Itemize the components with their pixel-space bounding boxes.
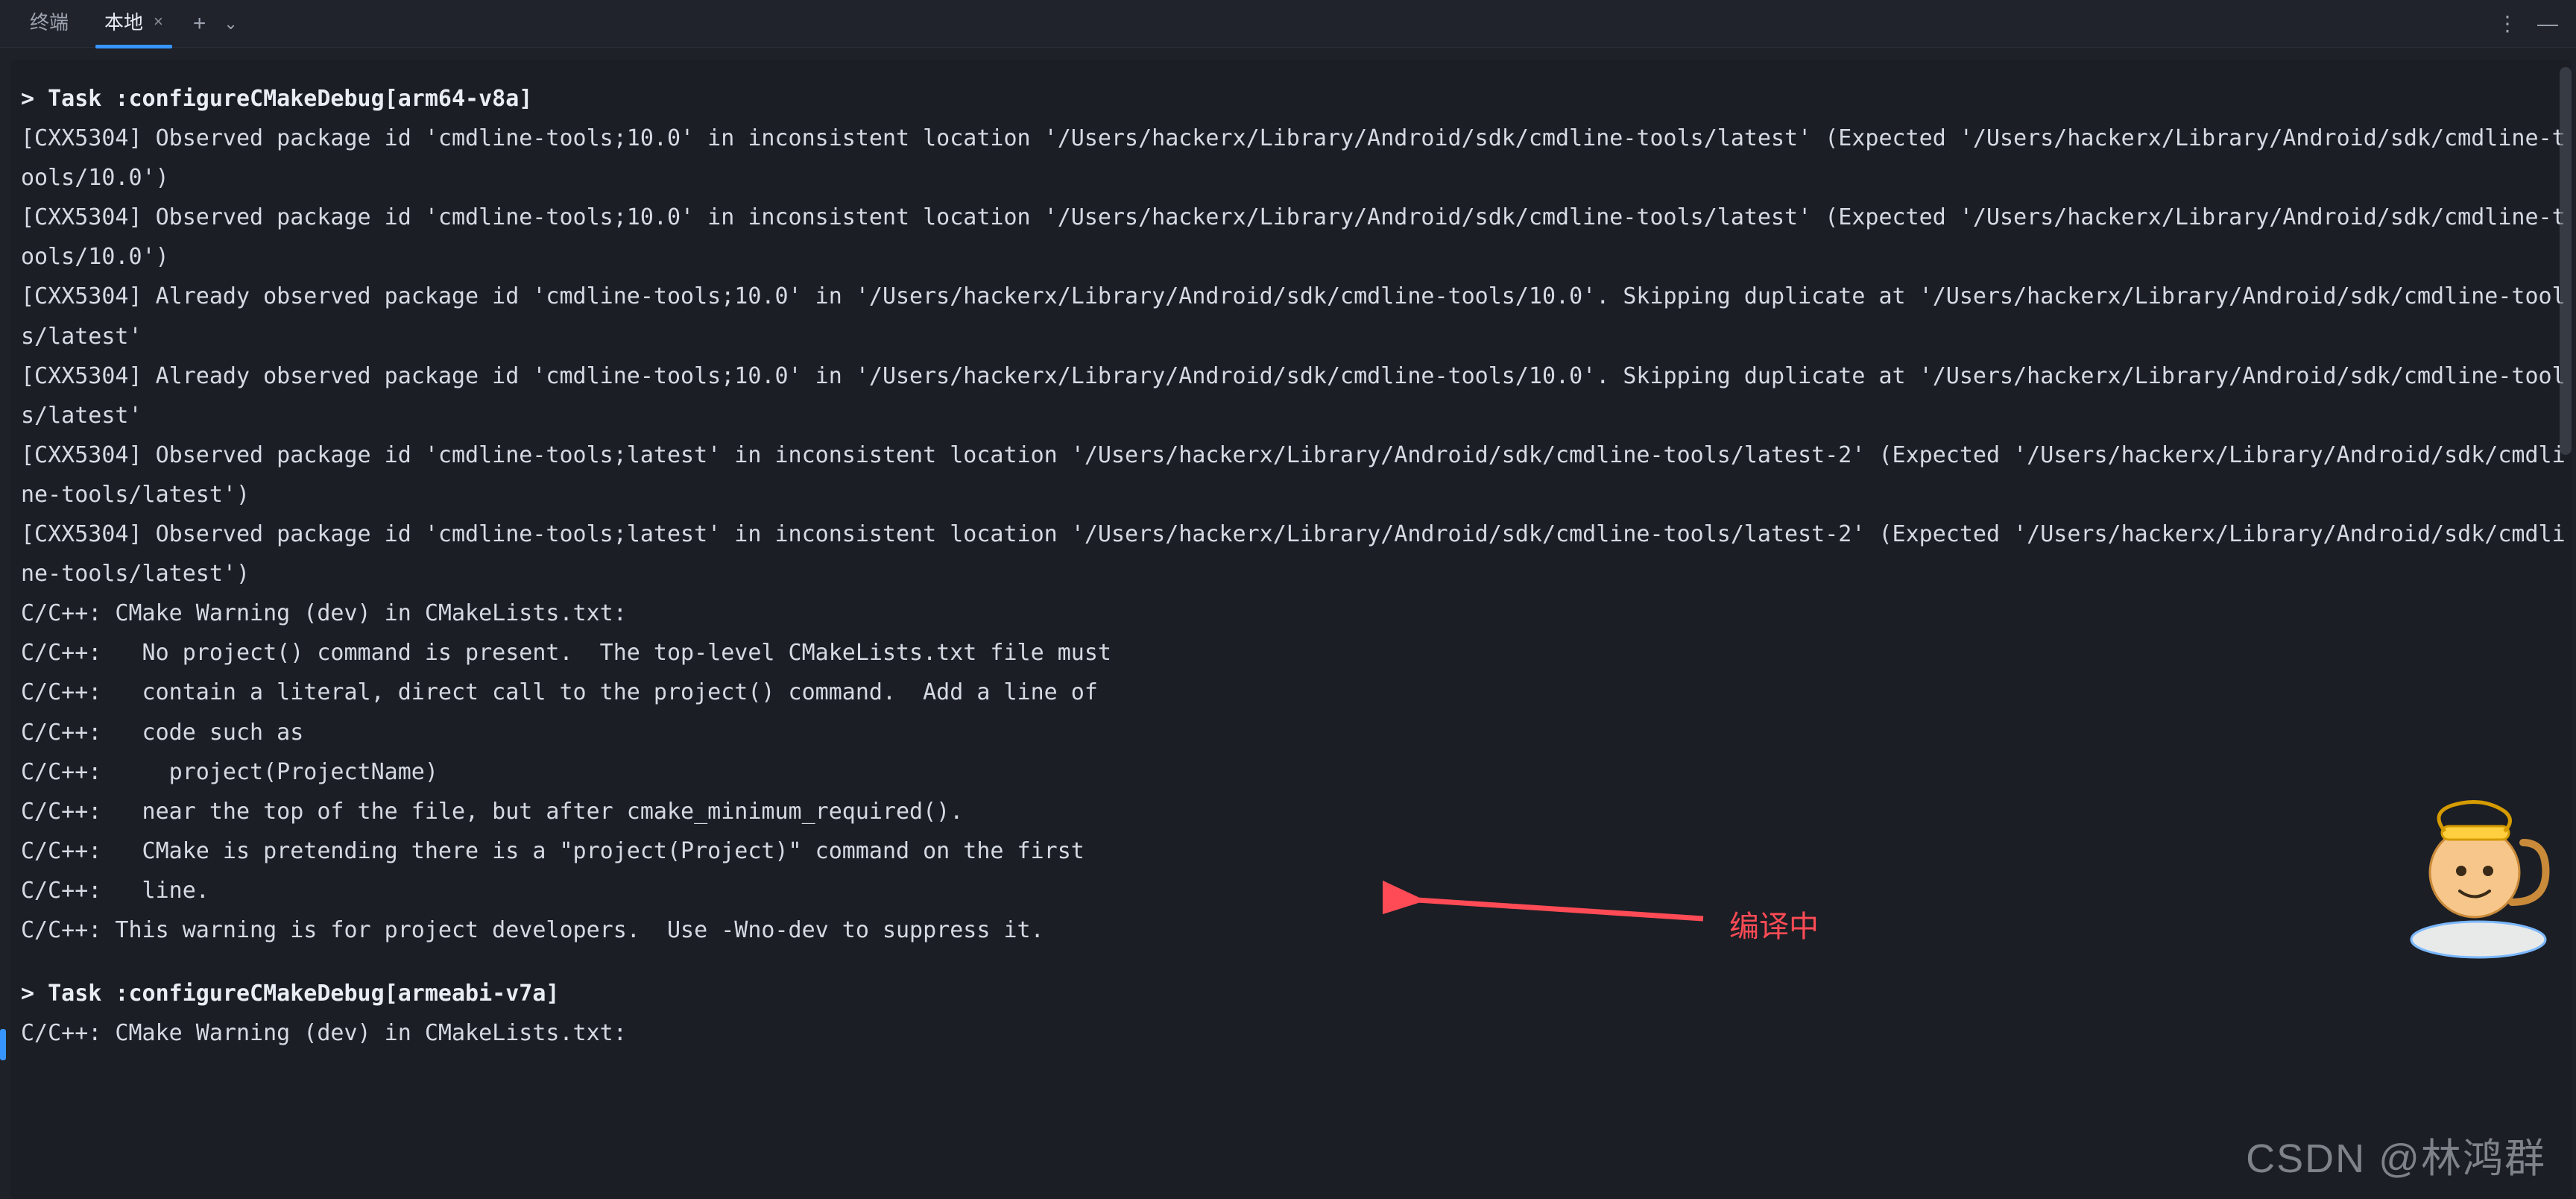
active-line-indicator	[0, 1029, 6, 1060]
terminal-line: C/C++: near the top of the file, but aft…	[16, 792, 2572, 831]
terminal-line: C/C++: CMake Warning (dev) in CMakeLists…	[16, 1013, 2572, 1053]
terminal-line: [CXX5304] Observed package id 'cmdline-t…	[16, 435, 2572, 514]
terminal-panel: > Task :configureCMakeDebug[arm64-v8a][C…	[10, 60, 2572, 1199]
plus-icon: +	[193, 11, 206, 36]
terminal-line	[16, 950, 2572, 974]
terminal-task-line: > Task :configureCMakeDebug[arm64-v8a]	[16, 79, 2572, 119]
tab-add-button[interactable]: +	[183, 8, 217, 40]
terminal-line: C/C++: line.	[16, 871, 2572, 910]
terminal-line: C/C++: code such as	[16, 713, 2572, 752]
titlebar-controls: ⋮ —	[2497, 0, 2558, 48]
terminal-line: [CXX5304] Already observed package id 'c…	[16, 356, 2572, 435]
terminal-line: [CXX5304] Already observed package id 'c…	[16, 277, 2572, 356]
terminal-line: [CXX5304] Observed package id 'cmdline-t…	[16, 119, 2572, 198]
terminal-line: C/C++: CMake is pretending there is a "p…	[16, 831, 2572, 871]
close-icon[interactable]: ×	[154, 12, 163, 31]
terminal-line: C/C++: project(ProjectName)	[16, 752, 2572, 792]
tab-terminal[interactable]: 终端	[13, 1, 85, 45]
tab-local[interactable]: 本地 ×	[88, 1, 180, 45]
terminal-line: C/C++: This warning is for project devel…	[16, 910, 2572, 950]
overflow-menu-icon[interactable]: ⋮	[2497, 13, 2518, 34]
chevron-down-icon: ⌄	[224, 14, 237, 33]
terminal-line: [CXX5304] Observed package id 'cmdline-t…	[16, 514, 2572, 594]
tab-terminal-label: 终端	[30, 7, 69, 35]
terminal-output[interactable]: > Task :configureCMakeDebug[arm64-v8a][C…	[10, 60, 2572, 1199]
terminal-line: C/C++: CMake Warning (dev) in CMakeLists…	[16, 594, 2572, 633]
terminal-line: C/C++: contain a literal, direct call to…	[16, 673, 2572, 712]
terminal-line: C/C++: No project() command is present. …	[16, 633, 2572, 673]
tab-bar: 终端 本地 × + ⌄ ⋮ —	[0, 0, 2576, 48]
minimize-icon[interactable]: —	[2537, 13, 2558, 34]
annotation-label: 编译中	[1729, 902, 1819, 945]
tab-dropdown[interactable]: ⌄	[216, 11, 244, 37]
terminal-task-line: > Task :configureCMakeDebug[armeabi-v7a]	[16, 974, 2572, 1013]
scrollbar-thumb[interactable]	[2560, 67, 2572, 455]
tab-local-label: 本地	[104, 7, 143, 35]
terminal-line: [CXX5304] Observed package id 'cmdline-t…	[16, 198, 2572, 277]
